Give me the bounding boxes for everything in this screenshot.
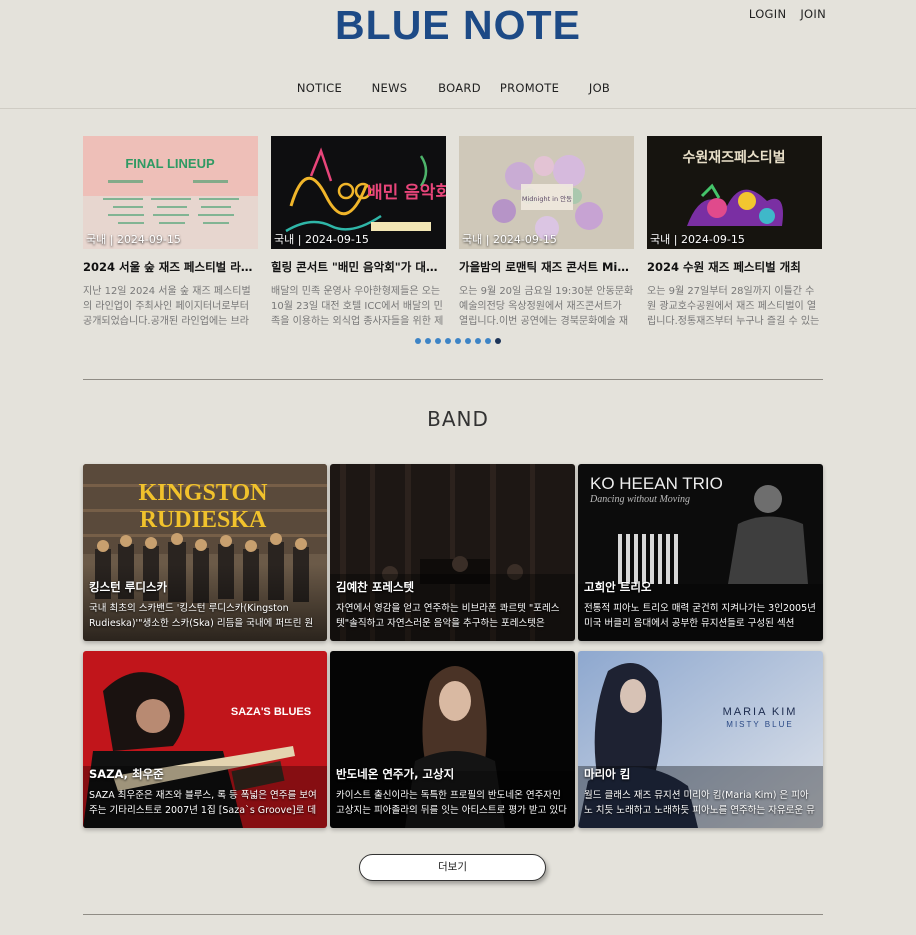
login-link[interactable]: LOGIN bbox=[749, 7, 786, 21]
carousel-dot-active[interactable] bbox=[495, 338, 501, 344]
band-desc: SAZA 최우준은 재즈와 블루스, 록 등 폭넓은 연주를 보여주는 기타리스… bbox=[89, 790, 317, 816]
nav-job[interactable]: JOB bbox=[565, 81, 635, 95]
carousel-dot[interactable] bbox=[465, 338, 471, 344]
news-title[interactable]: 힐링 콘서트 "배민 음악회"가 대전에서 열린다 bbox=[271, 259, 446, 275]
poster-heading: 수원재즈페스티벌 bbox=[682, 149, 785, 166]
auth-links: LOGIN JOIN bbox=[749, 7, 826, 21]
band-desc: 국내 최초의 스카밴드 '킹스턴 루디스카(Kingston Rudieska)… bbox=[89, 603, 314, 629]
carousel-dot[interactable] bbox=[445, 338, 451, 344]
carousel-pagination bbox=[0, 338, 916, 344]
news-thumbnail: Midnight in 안동 국내 | 2024-09-15 bbox=[459, 136, 634, 249]
news-card[interactable]: 수원재즈페스티벌 국내 | 2024-09-15 2024 수원 재즈 페스티벌… bbox=[647, 136, 822, 329]
poster-heading: Midnight in 안동 bbox=[522, 194, 572, 203]
band-card[interactable]: 반도네온 연주가, 고상지 카이스트 출신이라는 독특한 프로필의 반도네온 연… bbox=[330, 651, 575, 828]
news-excerpt: 오는 9월 27일부터 28일까지 이틀간 수원 광교호수공원에서 재즈 페스티… bbox=[647, 286, 820, 327]
news-meta: 국내 | 2024-09-15 bbox=[650, 233, 745, 246]
carousel-dot[interactable] bbox=[455, 338, 461, 344]
news-excerpt: 지난 12일 2024 서울 숲 재즈 페스티벌의 라인업이 주최사인 페이지터… bbox=[83, 286, 251, 327]
band-card[interactable]: KO HEEAN TRIO Dancing without Moving 고희안… bbox=[578, 464, 823, 641]
band-photo-text: KINGSTON bbox=[139, 480, 269, 506]
band-photo-text: RUDIESKA bbox=[140, 507, 267, 533]
band-name: 반도네온 연주가, 고상지 bbox=[336, 767, 455, 781]
news-card[interactable]: Midnight in 안동 국내 | 2024-09-15 가을밤의 로맨틱 … bbox=[459, 136, 634, 329]
band-photo-text: SAZA'S BLUES bbox=[231, 706, 311, 718]
news-excerpt: 오는 9월 20일 금요일 19:30분 안동문화예술의전당 옥상정원에서 재즈… bbox=[459, 286, 634, 327]
header-divider bbox=[0, 108, 916, 109]
section-divider bbox=[83, 379, 823, 380]
band-section-title: BAND bbox=[427, 407, 489, 431]
poster-heading: 배민 음악회 bbox=[367, 183, 446, 203]
nav-news[interactable]: NEWS bbox=[355, 81, 425, 95]
carousel-dot[interactable] bbox=[475, 338, 481, 344]
carousel-dot[interactable] bbox=[485, 338, 491, 344]
band-photo-text: KO HEEAN TRIO bbox=[590, 474, 723, 493]
news-title[interactable]: 2024 수원 재즈 페스티벌 개최 bbox=[647, 259, 822, 275]
band-name: SAZA, 최우준 bbox=[89, 767, 164, 781]
news-excerpt: 배달의 민족 운영사 우아한형제들은 오는 10월 23일 대전 호텔 ICC에… bbox=[271, 286, 444, 327]
news-carousel: FINAL LINEUP 국내 | 2024-09-15 2024 서울 숲 재… bbox=[83, 136, 823, 329]
band-name: 킹스턴 루디스카 bbox=[89, 580, 168, 594]
band-desc: 자연에서 영감을 얻고 연주하는 비브라폰 콰르텟 "포레스텟"솔직하고 자연스… bbox=[336, 603, 560, 629]
news-card[interactable]: 배민 음악회 국내 | 2024-09-15 힐링 콘서트 "배민 음악회"가 … bbox=[271, 136, 446, 329]
band-desc: 월드 클래스 재즈 뮤지션 미리아 킴(Maria Kim) 은 피아노 치듯 … bbox=[584, 790, 815, 816]
band-desc: 카이스트 출신이라는 독특한 프로필의 반도네온 연주자인 고상지는 피아졸라의… bbox=[336, 790, 567, 816]
nav-board[interactable]: BOARD bbox=[425, 81, 495, 95]
join-link[interactable]: JOIN bbox=[800, 7, 826, 21]
carousel-dot[interactable] bbox=[425, 338, 431, 344]
band-photo-text: MISTY BLUE bbox=[726, 720, 793, 729]
news-meta: 국내 | 2024-09-15 bbox=[274, 233, 369, 246]
news-thumbnail: 배민 음악회 국내 | 2024-09-15 bbox=[271, 136, 446, 249]
footer-divider bbox=[83, 914, 823, 915]
news-title[interactable]: 가을밤의 로맨틱 재즈 콘서트 Midnight in 안동 bbox=[459, 259, 634, 275]
news-meta: 국내 | 2024-09-15 bbox=[462, 233, 557, 246]
band-name: 김예찬 포레스텟 bbox=[336, 580, 415, 594]
news-meta: 국내 | 2024-09-15 bbox=[86, 233, 181, 246]
poster-heading: FINAL LINEUP bbox=[125, 156, 215, 171]
band-card[interactable]: KINGSTON RUDIESKA 킹스턴 루디스카 국내 최초의 스카밴드 '… bbox=[83, 464, 327, 641]
band-card[interactable]: MARIA KIM MISTY BLUE 마리아 킴 월드 클래스 재즈 뮤지션… bbox=[578, 651, 823, 828]
news-title[interactable]: 2024 서울 숲 재즈 페스티벌 라인업 공개 bbox=[83, 259, 258, 275]
nav-promote[interactable]: PROMOTE bbox=[495, 81, 565, 95]
band-card[interactable]: 김예찬 포레스텟 자연에서 영감을 얻고 연주하는 비브라폰 콰르텟 "포레스텟… bbox=[330, 464, 575, 641]
band-grid: KINGSTON RUDIESKA 킹스턴 루디스카 국내 최초의 스카밴드 '… bbox=[83, 464, 823, 828]
more-button[interactable]: 더보기 bbox=[359, 854, 546, 881]
news-thumbnail: FINAL LINEUP 국내 | 2024-09-15 bbox=[83, 136, 258, 249]
news-card[interactable]: FINAL LINEUP 국내 | 2024-09-15 2024 서울 숲 재… bbox=[83, 136, 258, 329]
nav-notice[interactable]: NOTICE bbox=[285, 81, 355, 95]
band-desc: 전통적 피아노 트리오 매력 굳건히 지켜나가는 3인2005년 미국 버클리 … bbox=[584, 603, 816, 629]
carousel-dot[interactable] bbox=[435, 338, 441, 344]
band-photo-text: MARIA KIM bbox=[723, 706, 798, 718]
main-nav: NOTICE NEWS BOARD PROMOTE JOB bbox=[0, 81, 916, 95]
carousel-dot[interactable] bbox=[415, 338, 421, 344]
band-photo-text: Dancing without Moving bbox=[589, 494, 690, 505]
band-name: 고희안 트리오 bbox=[584, 580, 652, 594]
news-thumbnail: 수원재즈페스티벌 국내 | 2024-09-15 bbox=[647, 136, 822, 249]
band-name: 마리아 킴 bbox=[584, 767, 631, 781]
band-card[interactable]: SAZA'S BLUES SAZA, 최우준 SAZA 최우준은 재즈와 블루스… bbox=[83, 651, 327, 828]
